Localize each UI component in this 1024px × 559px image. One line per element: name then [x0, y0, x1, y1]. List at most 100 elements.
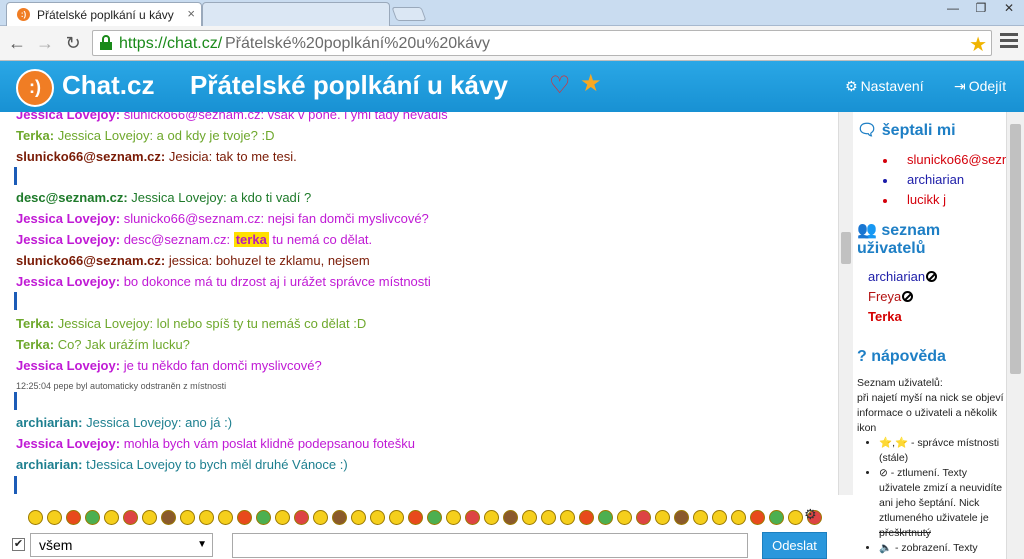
- smiley-icon[interactable]: [408, 510, 423, 525]
- smiley-icon[interactable]: [655, 510, 670, 525]
- smiley-icon[interactable]: [275, 510, 290, 525]
- checkbox[interactable]: ✔: [12, 538, 25, 551]
- smiley-icon[interactable]: [579, 510, 594, 525]
- message-nick[interactable]: archiarian:: [16, 415, 82, 430]
- smiley-icon[interactable]: [370, 510, 385, 525]
- bullet-icon: [883, 158, 887, 163]
- smiley-icon[interactable]: [731, 510, 746, 525]
- tab-close-icon[interactable]: ×: [187, 6, 195, 21]
- settings-label: Nastavení: [860, 78, 924, 94]
- message-nick[interactable]: Terka:: [16, 316, 54, 331]
- star-icon[interactable]: ★: [580, 72, 602, 96]
- smiley-icon[interactable]: [294, 510, 309, 525]
- minimize-icon[interactable]: —: [942, 0, 964, 16]
- help-item-mute-text: ⊘ - ztlumení. Texty uživatele zmizí a ne…: [879, 467, 1003, 524]
- smiley-icon[interactable]: [636, 510, 651, 525]
- forward-icon[interactable]: →: [34, 32, 56, 54]
- message-nick[interactable]: archiarian:: [16, 457, 82, 472]
- smiley-icon[interactable]: [351, 510, 366, 525]
- smiley-icon[interactable]: [104, 510, 119, 525]
- whisper-item[interactable]: lucikk j: [883, 192, 946, 207]
- browser-menu-icon[interactable]: [1000, 33, 1018, 51]
- help-item-mute: ⊘ - ztlumení. Texty uživatele zmizí a ne…: [879, 466, 1005, 541]
- settings-link[interactable]: ⚙ Nastavení: [845, 78, 924, 95]
- smiley-icon[interactable]: [389, 510, 404, 525]
- smiley-icon[interactable]: [750, 510, 765, 525]
- smiley-icon[interactable]: [712, 510, 727, 525]
- smiley-icon[interactable]: [199, 510, 214, 525]
- message-nick[interactable]: Jessica Lovejoy:: [16, 211, 120, 226]
- send-button[interactable]: Odeslat: [762, 532, 827, 559]
- message-nick[interactable]: Jessica Lovejoy:: [16, 358, 120, 373]
- smiley-icon[interactable]: [332, 510, 347, 525]
- message-nick[interactable]: slunicko66@seznam.cz:: [16, 253, 165, 268]
- room-title: Přátelské poplkání u kávy: [190, 70, 508, 100]
- smiley-icon[interactable]: [617, 510, 632, 525]
- browser-tab-inactive[interactable]: [202, 2, 390, 26]
- smiley-icon[interactable]: [598, 510, 613, 525]
- user-list-item[interactable]: archiarian: [868, 269, 938, 284]
- message-nick[interactable]: Jessica Lovejoy:: [16, 232, 120, 247]
- message-nick[interactable]: desc@seznam.cz:: [16, 190, 128, 205]
- new-tab-button[interactable]: [391, 7, 427, 21]
- smiley-icon[interactable]: [47, 510, 62, 525]
- browser-tabstrip: :) Přátelské poplkání u kávy - C × — ❐ ✕: [0, 0, 1024, 26]
- smiley-icon[interactable]: [465, 510, 480, 525]
- message-nick[interactable]: Terka:: [16, 128, 54, 143]
- message-nick[interactable]: slunicko66@seznam.cz:: [16, 149, 165, 164]
- chat-scrollbar[interactable]: [838, 112, 853, 495]
- muted-icon[interactable]: [902, 291, 914, 302]
- sidebar-scrollbar-thumb[interactable]: [1010, 124, 1021, 374]
- smiley-icon[interactable]: [218, 510, 233, 525]
- smiley-icon[interactable]: [769, 510, 784, 525]
- smiley-icon[interactable]: [28, 510, 43, 525]
- smiley-icon[interactable]: [161, 510, 176, 525]
- recipient-select[interactable]: všem ▼: [30, 533, 213, 557]
- smiley-icon[interactable]: [123, 510, 138, 525]
- brand-name[interactable]: Chat.cz: [62, 70, 154, 101]
- message-nick[interactable]: Terka:: [16, 337, 54, 352]
- smiley-icon[interactable]: [66, 510, 81, 525]
- smiley-icon[interactable]: [313, 510, 328, 525]
- address-bar[interactable]: https://chat.cz/ Přátelské%20poplkání%20…: [92, 30, 992, 56]
- smiley-icon[interactable]: [237, 510, 252, 525]
- smiley-icon[interactable]: [142, 510, 157, 525]
- message-nick[interactable]: Jessica Lovejoy:: [16, 112, 120, 122]
- smiley-icon[interactable]: [446, 510, 461, 525]
- whisper-item[interactable]: slunicko66@seznam.cz: [883, 152, 1006, 167]
- message-input[interactable]: [232, 533, 748, 558]
- smiley-icon[interactable]: [674, 510, 689, 525]
- chat-logo-icon[interactable]: :): [16, 69, 54, 107]
- smiley-icon[interactable]: [484, 510, 499, 525]
- smiley-icon[interactable]: [180, 510, 195, 525]
- smiley-icon[interactable]: [427, 510, 442, 525]
- url-path: Přátelské%20poplkání%20u%20kávy: [225, 35, 491, 52]
- smiley-icon[interactable]: [256, 510, 271, 525]
- restore-icon[interactable]: ❐: [970, 0, 992, 16]
- smiley-icon[interactable]: [560, 510, 575, 525]
- smiley-icon[interactable]: [693, 510, 708, 525]
- smiley-icon[interactable]: [85, 510, 100, 525]
- heart-icon[interactable]: ♡: [549, 74, 571, 98]
- whisper-item[interactable]: archiarian: [883, 172, 964, 187]
- reload-icon[interactable]: ↻: [62, 32, 84, 54]
- message-nick[interactable]: Jessica Lovejoy:: [16, 274, 120, 289]
- muted-icon[interactable]: [926, 271, 938, 282]
- browser-tab-active[interactable]: :) Přátelské poplkání u kávy - C ×: [6, 2, 202, 26]
- user-list-item[interactable]: Freya: [868, 289, 914, 304]
- message-nick[interactable]: Jessica Lovejoy:: [16, 436, 120, 451]
- smiley-icon[interactable]: [788, 510, 803, 525]
- smiley-icon[interactable]: [522, 510, 537, 525]
- chat-scrollbar-thumb[interactable]: [841, 232, 851, 264]
- help-item-show: 🔈 - zobrazení. Texty: [879, 541, 1005, 556]
- bookmark-star-icon[interactable]: ★: [969, 32, 987, 57]
- back-icon[interactable]: ←: [6, 32, 28, 54]
- sidebar-scrollbar[interactable]: [1006, 112, 1024, 559]
- logout-link[interactable]: ⇥ Odejít: [954, 78, 1006, 95]
- close-window-icon[interactable]: ✕: [998, 0, 1020, 16]
- smiley-icon[interactable]: [541, 510, 556, 525]
- highlighted-mention: terka: [233, 232, 269, 247]
- smiley-settings-gear-icon[interactable]: ⚙: [804, 506, 817, 523]
- smiley-icon[interactable]: [503, 510, 518, 525]
- user-list-item[interactable]: Terka: [868, 309, 902, 324]
